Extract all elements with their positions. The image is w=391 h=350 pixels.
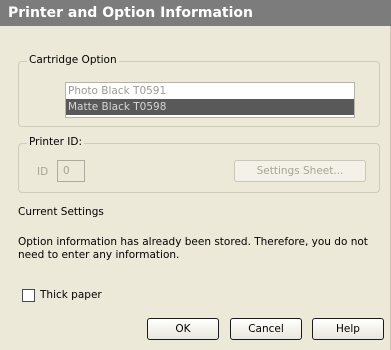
- settings-sheet-button[interactable]: Settings Sheet...: [234, 160, 366, 182]
- help-button[interactable]: Help: [312, 318, 384, 340]
- cartridge-option-item[interactable]: Photo Black T0591: [66, 83, 354, 99]
- printer-id-group: Printer ID: ID 0 Settings Sheet...: [18, 136, 380, 193]
- cartridge-option-list[interactable]: Photo Black T0591 Matte Black T0598: [65, 82, 355, 118]
- ok-button[interactable]: OK: [147, 318, 219, 340]
- cancel-button[interactable]: Cancel: [230, 318, 302, 340]
- printer-option-dialog: Printer and Option Information Cartridge…: [0, 0, 391, 350]
- cartridge-option-item-selected[interactable]: Matte Black T0598: [66, 99, 354, 115]
- cartridge-option-label: Cartridge Option: [27, 54, 119, 66]
- cartridge-option-group: Cartridge Option Photo Black T0591 Matte…: [18, 54, 380, 127]
- id-label: ID: [37, 166, 49, 178]
- printer-id-label: Printer ID:: [27, 136, 84, 148]
- current-settings-heading: Current Settings: [18, 206, 104, 218]
- current-settings-message: Option information has already been stor…: [18, 236, 368, 261]
- thick-paper-label[interactable]: Thick paper: [40, 289, 102, 301]
- thick-paper-checkbox[interactable]: [22, 289, 35, 302]
- dialog-title: Printer and Option Information: [0, 0, 391, 26]
- id-field[interactable]: 0: [57, 160, 85, 182]
